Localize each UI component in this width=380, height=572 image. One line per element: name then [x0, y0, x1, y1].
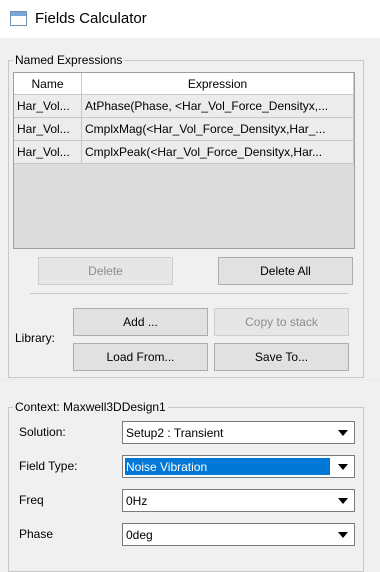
add-button[interactable]: Add ... — [73, 308, 208, 336]
table-row[interactable]: Har_Vol... AtPhase(Phase, <Har_Vol_Force… — [14, 95, 354, 118]
delete-all-button[interactable]: Delete All — [218, 257, 353, 285]
section-divider — [0, 379, 380, 380]
named-expressions-table[interactable]: Name Expression Har_Vol... AtPhase(Phase… — [13, 72, 355, 249]
freq-dropdown[interactable]: 0Hz — [122, 489, 355, 512]
freq-value: 0Hz — [126, 493, 148, 508]
delete-button[interactable]: Delete — [38, 257, 173, 285]
field-type-dropdown[interactable]: Noise Vibration — [122, 455, 355, 478]
context-legend: Context: Maxwell3DDesign1 — [15, 400, 166, 414]
load-from-button[interactable]: Load From... — [73, 343, 208, 371]
chevron-down-icon[interactable] — [334, 424, 352, 441]
phase-dropdown[interactable]: 0deg — [122, 523, 355, 546]
separator — [30, 293, 348, 294]
row-name: Har_Vol... — [14, 118, 82, 140]
chevron-down-icon[interactable] — [334, 526, 352, 543]
chevron-down-icon[interactable] — [334, 492, 352, 509]
table-row[interactable]: Har_Vol... CmplxMag(<Har_Vol_Force_Densi… — [14, 118, 354, 141]
row-name: Har_Vol... — [14, 95, 82, 117]
row-expression: CmplxPeak(<Har_Vol_Force_Densityx,Har... — [82, 141, 354, 163]
chevron-down-icon[interactable] — [334, 458, 352, 475]
solution-dropdown[interactable]: Setup2 : Transient — [122, 421, 355, 444]
row-name: Har_Vol... — [14, 141, 82, 163]
table-header: Name Expression — [14, 73, 354, 95]
solution-value: Setup2 : Transient — [126, 425, 224, 440]
phase-value: 0deg — [126, 527, 153, 542]
window-title: Fields Calculator — [35, 10, 147, 27]
freq-label: Freq — [19, 493, 44, 507]
column-header-expression[interactable]: Expression — [82, 73, 354, 94]
row-expression: CmplxMag(<Har_Vol_Force_Densityx,Har_... — [82, 118, 354, 140]
save-to-button[interactable]: Save To... — [214, 343, 349, 371]
title-bar: Fields Calculator — [0, 0, 380, 38]
table-row[interactable]: Har_Vol... CmplxPeak(<Har_Vol_Force_Dens… — [14, 141, 354, 164]
phase-label: Phase — [19, 527, 54, 541]
copy-to-stack-button[interactable]: Copy to stack — [214, 308, 349, 336]
field-type-label: Field Type: — [19, 459, 78, 473]
window-icon — [10, 11, 27, 26]
named-expressions-legend: Named Expressions — [15, 53, 123, 67]
field-type-value: Noise Vibration — [125, 458, 330, 475]
column-header-name[interactable]: Name — [14, 73, 82, 94]
library-label: Library: — [15, 331, 56, 345]
solution-label: Solution: — [19, 425, 66, 439]
row-expression: AtPhase(Phase, <Har_Vol_Force_Densityx,.… — [82, 95, 354, 117]
